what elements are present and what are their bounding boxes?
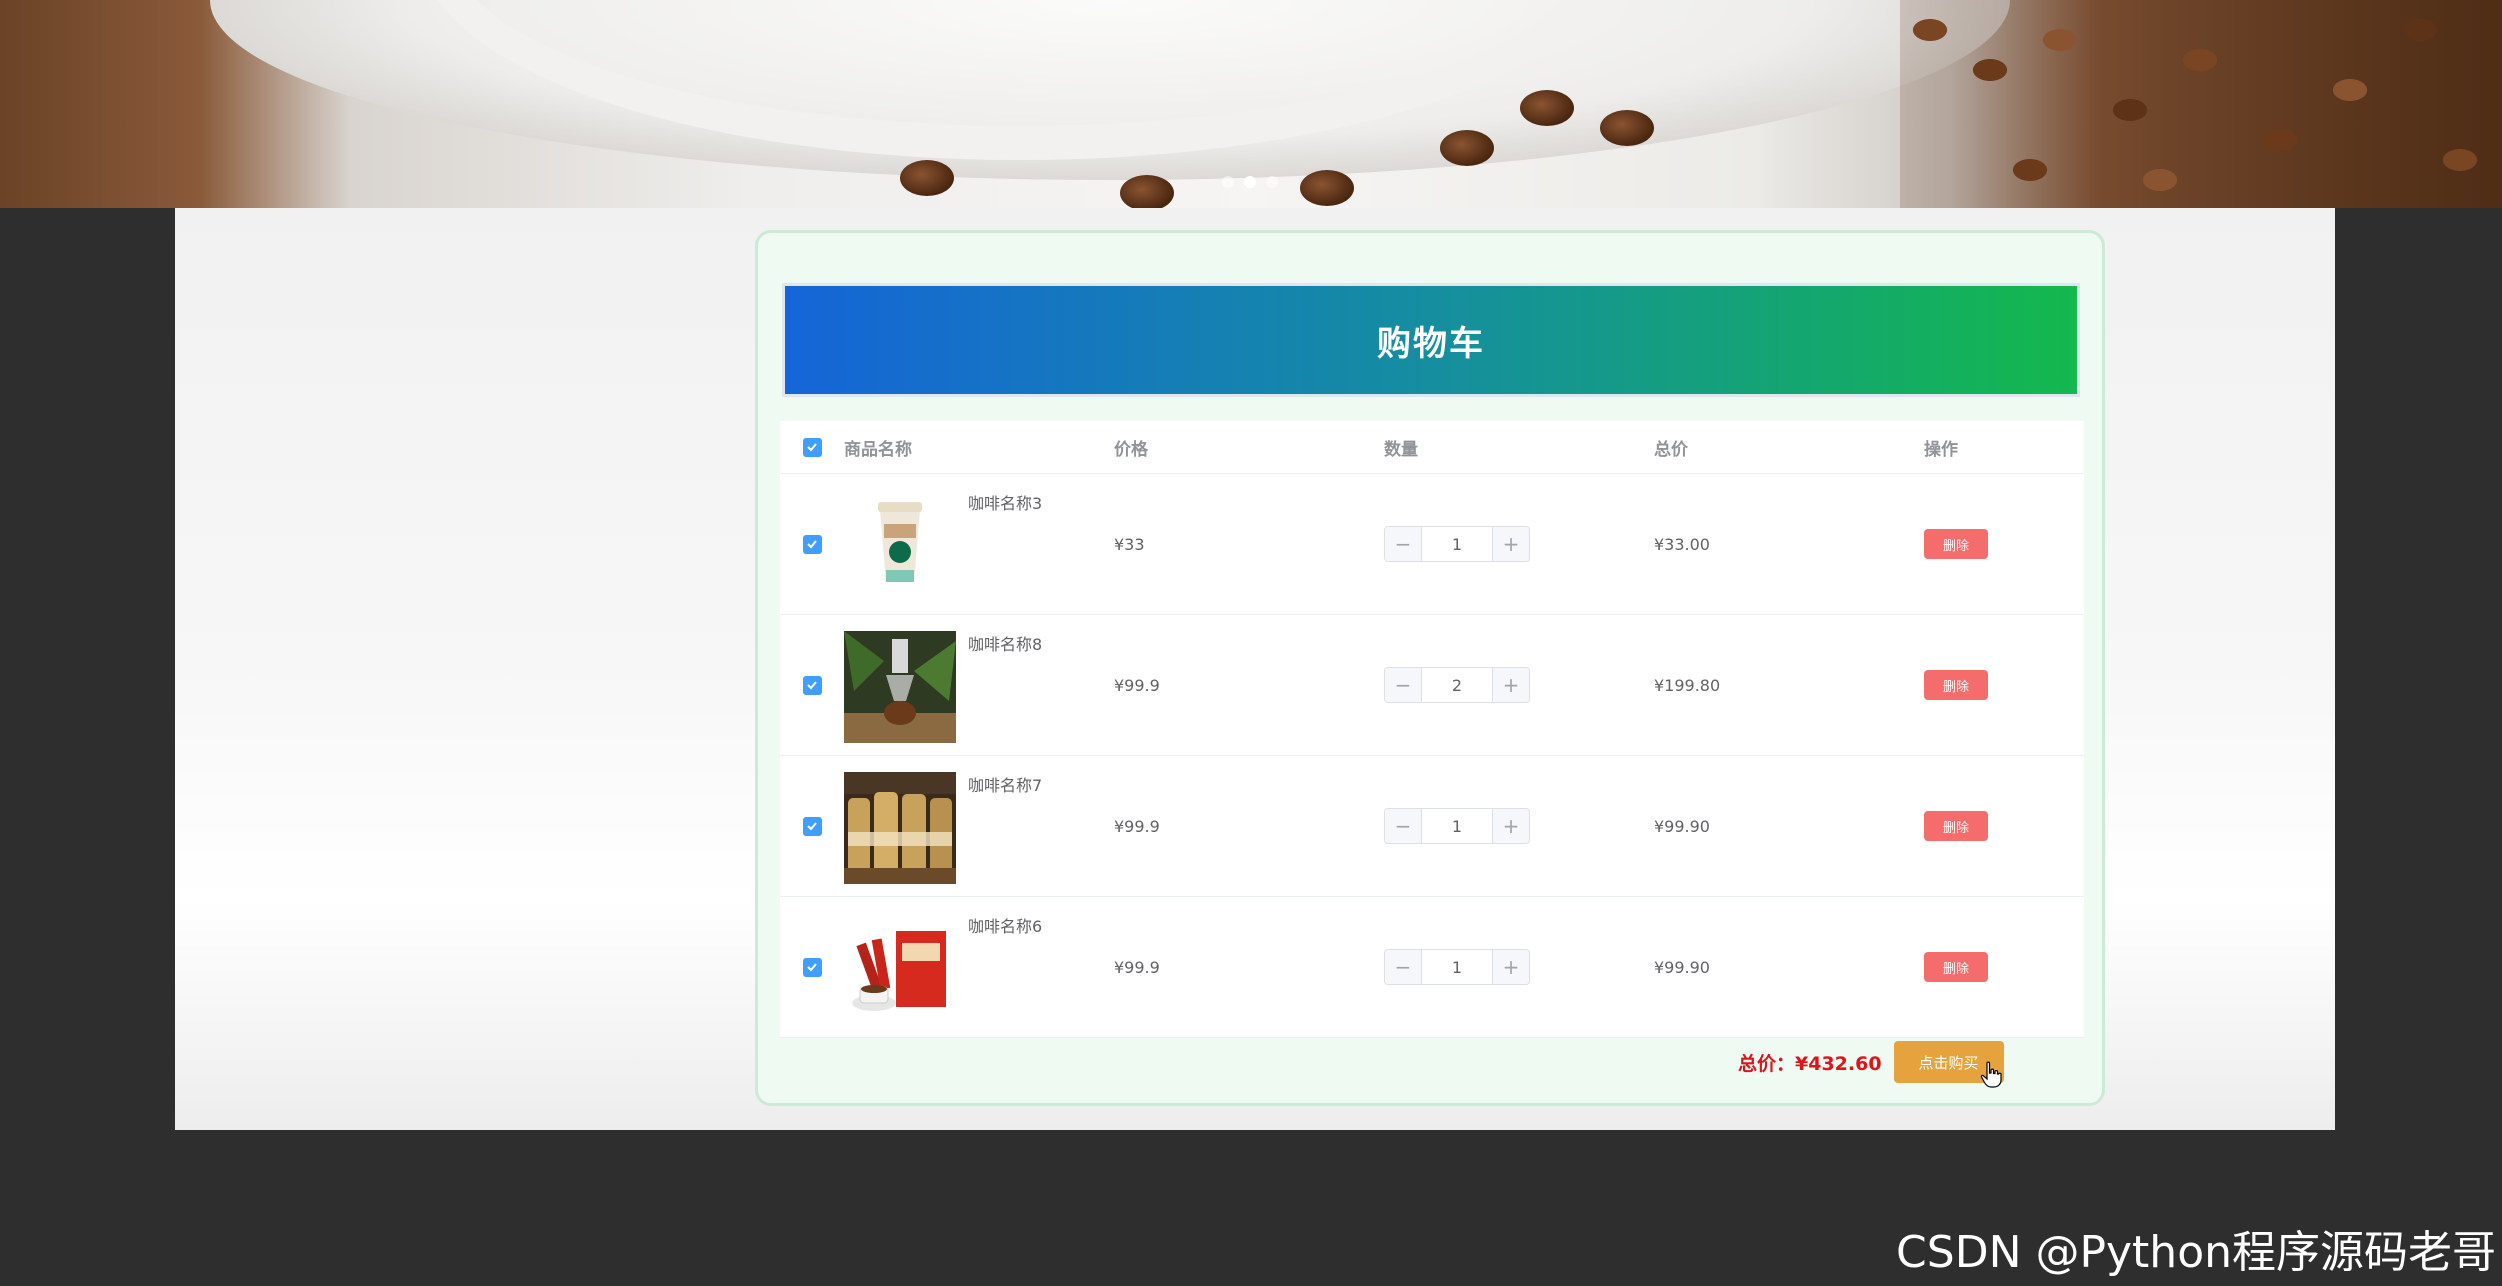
quantity-stepper: − 2 +: [1384, 667, 1530, 703]
product-name[interactable]: 咖啡名称3: [968, 490, 1042, 514]
table-header: 商品名称 价格 数量 总价 操作: [780, 421, 2084, 474]
select-all-checkbox[interactable]: [802, 437, 822, 457]
quantity-input[interactable]: 1: [1422, 950, 1492, 984]
watermark: CSDN @Python程序源码老哥: [1896, 1227, 2496, 1278]
increase-button[interactable]: +: [1492, 809, 1529, 843]
decrease-button[interactable]: −: [1385, 668, 1422, 702]
decrease-button[interactable]: −: [1385, 950, 1422, 984]
coffee-cup-image[interactable]: [844, 490, 956, 602]
bean: [1440, 130, 1494, 166]
hand-cursor-icon: [1980, 1061, 2002, 1088]
product-total: ¥99.90: [1654, 957, 1710, 977]
increase-button[interactable]: +: [1492, 950, 1529, 984]
increase-button[interactable]: +: [1492, 527, 1529, 561]
delete-button[interactable]: 删除: [1924, 811, 1988, 841]
bean: [1300, 170, 1354, 206]
cart-total: 总价：¥432.60: [1738, 1052, 1882, 1075]
product-total: ¥99.90: [1654, 816, 1710, 836]
quantity-stepper: − 1 +: [1384, 808, 1530, 844]
banner-coffee-beans: [1900, 0, 2502, 208]
buy-button[interactable]: 点击购买: [1893, 1041, 2004, 1088]
decrease-button[interactable]: −: [1385, 527, 1422, 561]
bean: [1120, 175, 1174, 208]
row-checkbox[interactable]: [802, 534, 822, 554]
carousel-dot-3[interactable]: [1266, 176, 1278, 188]
quantity-input[interactable]: 2: [1422, 668, 1492, 702]
banner-carousel[interactable]: [0, 0, 2502, 208]
carousel-indicators: [1222, 176, 1278, 188]
column-header-qty: 数量: [1384, 439, 1418, 460]
delete-button[interactable]: 删除: [1924, 670, 1988, 700]
cart-title: 购物车: [1377, 323, 1485, 364]
carousel-dot-2[interactable]: [1244, 176, 1256, 188]
quantity-input[interactable]: 1: [1422, 809, 1492, 843]
table-row: 咖啡名称8 ¥99.9 − 2 + ¥199.80 删除: [780, 615, 2084, 756]
table-row: 咖啡名称6 ¥99.9 − 1 + ¥99.90 删除: [780, 897, 2084, 1038]
column-header-name: 商品名称: [844, 439, 912, 460]
product-price: ¥99.9: [1114, 957, 1160, 977]
buy-button-label: 点击购买: [1918, 1053, 1979, 1072]
quantity-stepper: − 1 +: [1384, 949, 1530, 985]
bean: [1520, 90, 1574, 126]
delete-button[interactable]: 删除: [1924, 952, 1988, 982]
bean: [900, 160, 954, 196]
table-row: 咖啡名称7 ¥99.9 − 1 + ¥99.90 删除: [780, 756, 2084, 897]
product-price: ¥99.9: [1114, 816, 1160, 836]
table-row: 咖啡名称3 ¥33 − 1 + ¥33.00 删除: [780, 474, 2084, 615]
cart-table: 商品名称 价格 数量 总价 操作 咖啡名称3 ¥33 − 1 + ¥33.00 …: [780, 421, 2084, 1038]
product-total: ¥33.00: [1654, 534, 1710, 554]
product-name[interactable]: 咖啡名称8: [968, 631, 1042, 655]
content-area: 购物车 商品名称 价格 数量 总价 操作 咖啡名称3 ¥33 − 1 + ¥33…: [175, 208, 2335, 1130]
quantity-input[interactable]: 1: [1422, 527, 1492, 561]
product-price: ¥99.9: [1114, 675, 1160, 695]
product-name[interactable]: 咖啡名称6: [968, 913, 1042, 937]
decrease-button[interactable]: −: [1385, 809, 1422, 843]
coffee-box-image[interactable]: [844, 913, 956, 1025]
delete-button[interactable]: 删除: [1924, 529, 1988, 559]
carousel-dot-1[interactable]: [1222, 176, 1234, 188]
cart-card: 购物车 商品名称 价格 数量 总价 操作 咖啡名称3 ¥33 − 1 + ¥33…: [755, 230, 2105, 1106]
row-checkbox[interactable]: [802, 675, 822, 695]
row-checkbox[interactable]: [802, 816, 822, 836]
quantity-stepper: − 1 +: [1384, 526, 1530, 562]
product-price: ¥33: [1114, 534, 1145, 554]
column-header-total: 总价: [1654, 439, 1688, 460]
product-total: ¥199.80: [1654, 675, 1721, 695]
column-header-price: 价格: [1114, 439, 1148, 460]
cart-footer: 总价：¥432.60 点击购买: [1738, 1041, 2004, 1088]
bean: [1600, 110, 1654, 146]
product-name[interactable]: 咖啡名称7: [968, 772, 1042, 796]
column-header-op: 操作: [1924, 439, 1958, 460]
row-checkbox[interactable]: [802, 957, 822, 977]
coffee-bottles-image[interactable]: [844, 772, 956, 884]
coffee-machine-image[interactable]: [844, 631, 956, 743]
cart-title-bar: 购物车: [782, 283, 2080, 397]
increase-button[interactable]: +: [1492, 668, 1529, 702]
